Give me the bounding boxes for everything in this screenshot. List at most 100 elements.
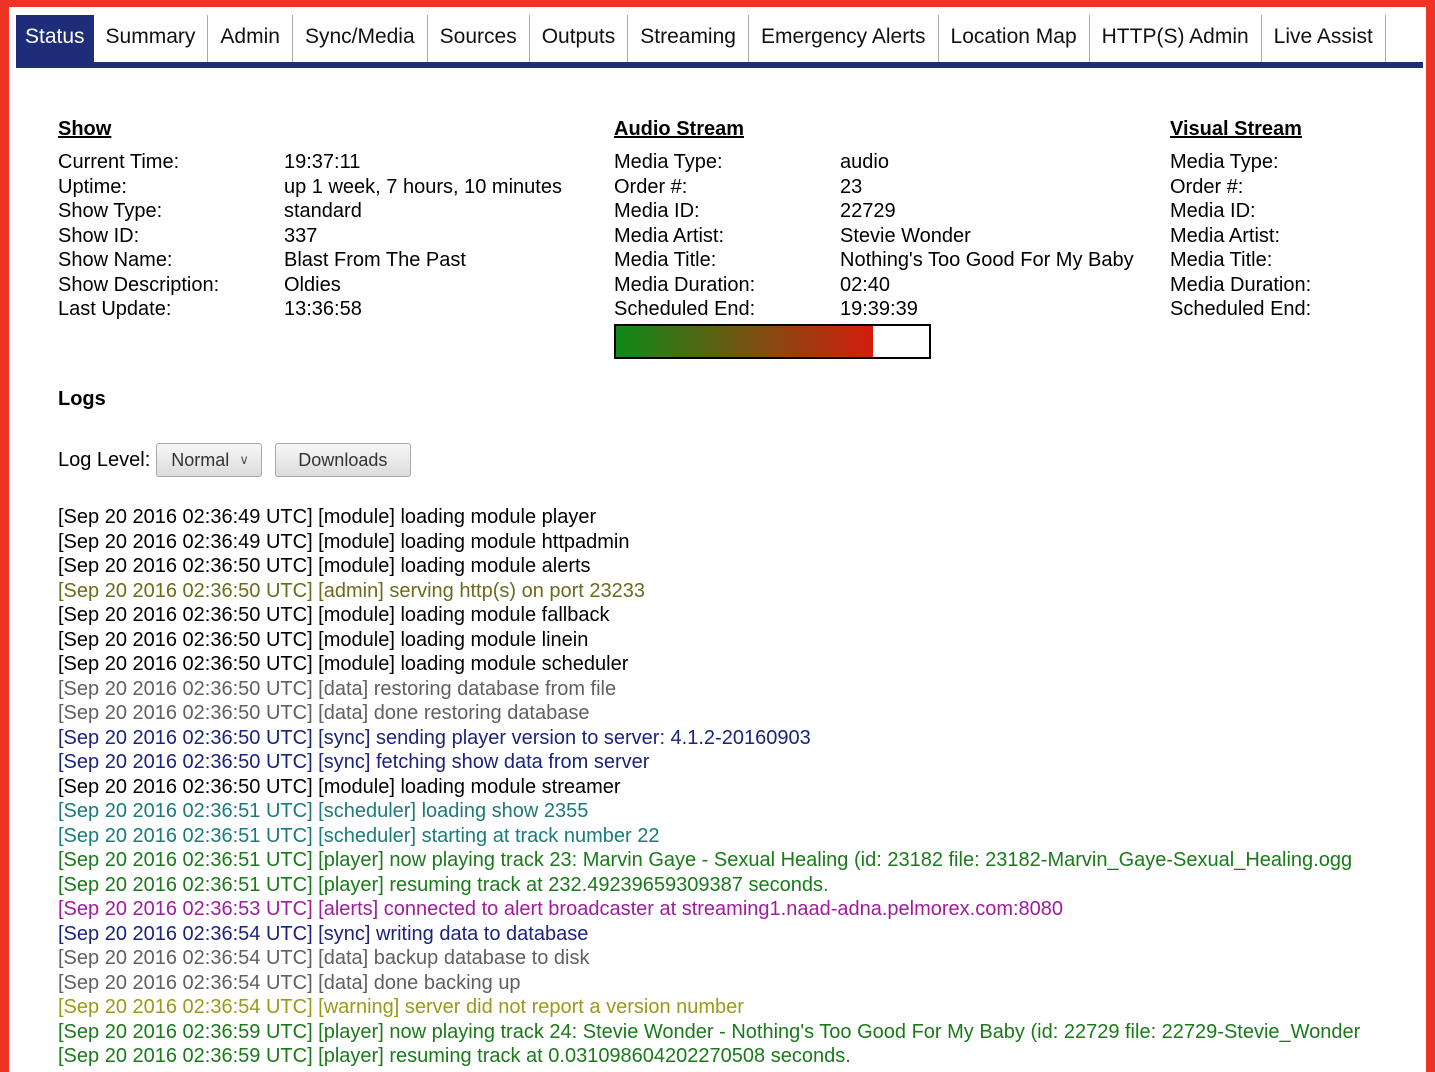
log-line: [Sep 20 2016 02:36:51 UTC] [scheduler] s… [58,824,660,847]
tab-admin[interactable]: Admin [208,15,293,62]
log-line: [Sep 20 2016 02:36:50 UTC] [sync] fetchi… [58,751,650,773]
log-line: [Sep 20 2016 02:36:51 UTC] [player] resu… [58,873,829,896]
log-line: [Sep 20 2016 02:36:50 UTC] [data] restor… [58,677,617,700]
audio-label: Media Type: [614,151,723,173]
log-line: [Sep 20 2016 02:36:49 UTC] [module] load… [58,530,630,553]
log-level-select[interactable]: Normal ∨ [156,443,262,477]
audio-row-media-duration: Media Duration: 02:40 [614,273,1134,298]
audio-label: Media ID: [614,200,700,222]
log-line: [Sep 20 2016 02:36:50 UTC] [module] load… [58,653,629,675]
log-line: [Sep 20 2016 02:36:51 UTC] [scheduler] l… [58,800,589,822]
visual-row-media-type: Media Type: [1170,150,1396,175]
show-label: Show Description: [58,273,220,296]
show-value: up 1 week, 7 hours, 10 minutes [284,175,562,198]
show-section: Show Current Time: 19:37:11 Uptime: up 1 we… [58,116,562,322]
audio-progress-fill [616,325,873,357]
tab-streaming[interactable]: Streaming [628,15,749,62]
tab-outputs[interactable]: Outputs [530,15,629,62]
tab-status[interactable]: Status [16,15,94,62]
audio-row-media-artist: Media Artist: Stevie Wonder [614,224,1134,249]
visual-stream-section: Visual Stream Media Type: Order #: Media I… [1170,116,1396,322]
audio-row-media-type: Media Type: audio [614,150,1134,175]
visual-row-media-title: Media Title: [1170,248,1396,273]
show-row-last-update: Last Update: 13:36:58 [58,297,562,322]
show-value: Oldies [284,273,341,296]
log-output: [Sep 20 2016 02:36:49 UTC] [module] load… [58,505,1423,1069]
visual-label: Media Title: [1170,249,1273,271]
tab-emergency-alerts[interactable]: Emergency Alerts [749,15,939,62]
show-value: 13:36:58 [284,298,362,320]
log-level-value: Normal [171,449,230,470]
log-line: [Sep 20 2016 02:36:50 UTC] [data] done r… [58,702,590,724]
tab-sync-media[interactable]: Sync/Media [293,15,428,62]
visual-row-scheduled-end: Scheduled End: [1170,297,1396,322]
tab-bar: Status Summary Admin Sync/Media Sources Outpu… [16,15,1423,68]
show-label: Show Name: [58,249,173,271]
log-line: [Sep 20 2016 02:36:59 UTC] [player] resu… [58,1045,851,1067]
show-value: Blast From The Past [284,249,466,271]
log-line: [Sep 20 2016 02:36:50 UTC] [module] load… [58,775,621,798]
audio-value: 22729 [840,200,896,222]
logs-heading: Logs [58,388,106,410]
visual-label: Media Type: [1170,151,1279,173]
visual-row-media-artist: Media Artist: [1170,224,1396,249]
audio-value: 02:40 [840,273,891,296]
audio-label: Media Title: [614,249,717,271]
tab-http-s-admin[interactable]: HTTP(S) Admin [1090,15,1262,62]
log-line: [Sep 20 2016 02:36:50 UTC] [sync] sendin… [58,726,811,749]
tab-sources[interactable]: Sources [428,15,530,62]
audio-value: 19:39:39 [840,298,918,320]
log-line: [Sep 20 2016 02:36:50 UTC] [module] load… [58,628,589,651]
downloads-button[interactable]: Downloads [274,443,411,477]
audio-progress-bar [614,323,931,359]
audio-row-media-id: Media ID: 22729 [614,199,1134,224]
log-line: [Sep 20 2016 02:36:51 UTC] [player] now … [58,849,1353,871]
log-line: [Sep 20 2016 02:36:50 UTC] [module] load… [58,604,610,626]
visual-stream-heading: Visual Stream [1170,118,1302,140]
log-line: [Sep 20 2016 02:36:54 UTC] [sync] writin… [58,922,589,945]
audio-label: Scheduled End: [614,298,756,320]
show-label: Show Type: [58,200,163,222]
visual-label: Order #: [1170,175,1244,198]
visual-label: Media Artist: [1170,224,1281,247]
tab-live-assist[interactable]: Live Assist [1262,15,1386,62]
audio-stream-heading: Audio Stream [614,118,745,140]
audio-label: Media Artist: [614,224,725,247]
show-label: Show ID: [58,224,140,247]
show-value: 19:37:11 [284,151,361,173]
visual-row-media-id: Media ID: [1170,199,1396,224]
visual-label: Media Duration: [1170,273,1312,296]
show-row-show-type: Show Type: standard [58,199,562,224]
show-label: Last Update: [58,298,172,320]
audio-row-media-title: Media Title: Nothing's Too Good For My Ba… [614,248,1134,273]
show-label: Current Time: [58,151,180,173]
log-level-label: Log Level: [58,448,151,471]
audio-label: Order #: [614,175,688,198]
visual-row-media-duration: Media Duration: [1170,273,1396,298]
log-line: [Sep 20 2016 02:36:54 UTC] [warning] ser… [58,996,744,1018]
tab-summary[interactable]: Summary [94,15,209,62]
log-line: [Sep 20 2016 02:36:50 UTC] [module] load… [58,555,591,577]
audio-stream-section: Audio Stream Media Type: audio Order #: 23 M… [614,116,1134,359]
log-line: [Sep 20 2016 02:36:50 UTC] [admin] servi… [58,579,646,602]
show-row-show-name: Show Name: Blast From The Past [58,248,562,273]
visual-label: Scheduled End: [1170,298,1312,320]
audio-value: 23 [840,175,863,198]
visual-label: Media ID: [1170,200,1256,222]
audio-label: Media Duration: [614,273,756,296]
audio-row-scheduled-end: Scheduled End: 19:39:39 [614,297,1134,322]
log-line: [Sep 20 2016 02:36:49 UTC] [module] load… [58,506,597,528]
audio-row-order: Order #: 23 [614,175,1134,200]
log-line: [Sep 20 2016 02:36:53 UTC] [alerts] conn… [58,898,1064,920]
show-row-current-time: Current Time: 19:37:11 [58,150,562,175]
show-value: 337 [284,224,318,247]
audio-value: Stevie Wonder [840,224,971,247]
show-row-show-id: Show ID: 337 [58,224,562,249]
audio-value: audio [840,151,889,173]
tab-location-map[interactable]: Location Map [939,15,1090,62]
show-label: Uptime: [58,175,127,198]
show-heading: Show [58,118,112,140]
log-line: [Sep 20 2016 02:36:59 UTC] [player] now … [58,1020,1361,1043]
chevron-down-icon: ∨ [239,452,249,467]
show-row-show-description: Show Description: Oldies [58,273,562,298]
